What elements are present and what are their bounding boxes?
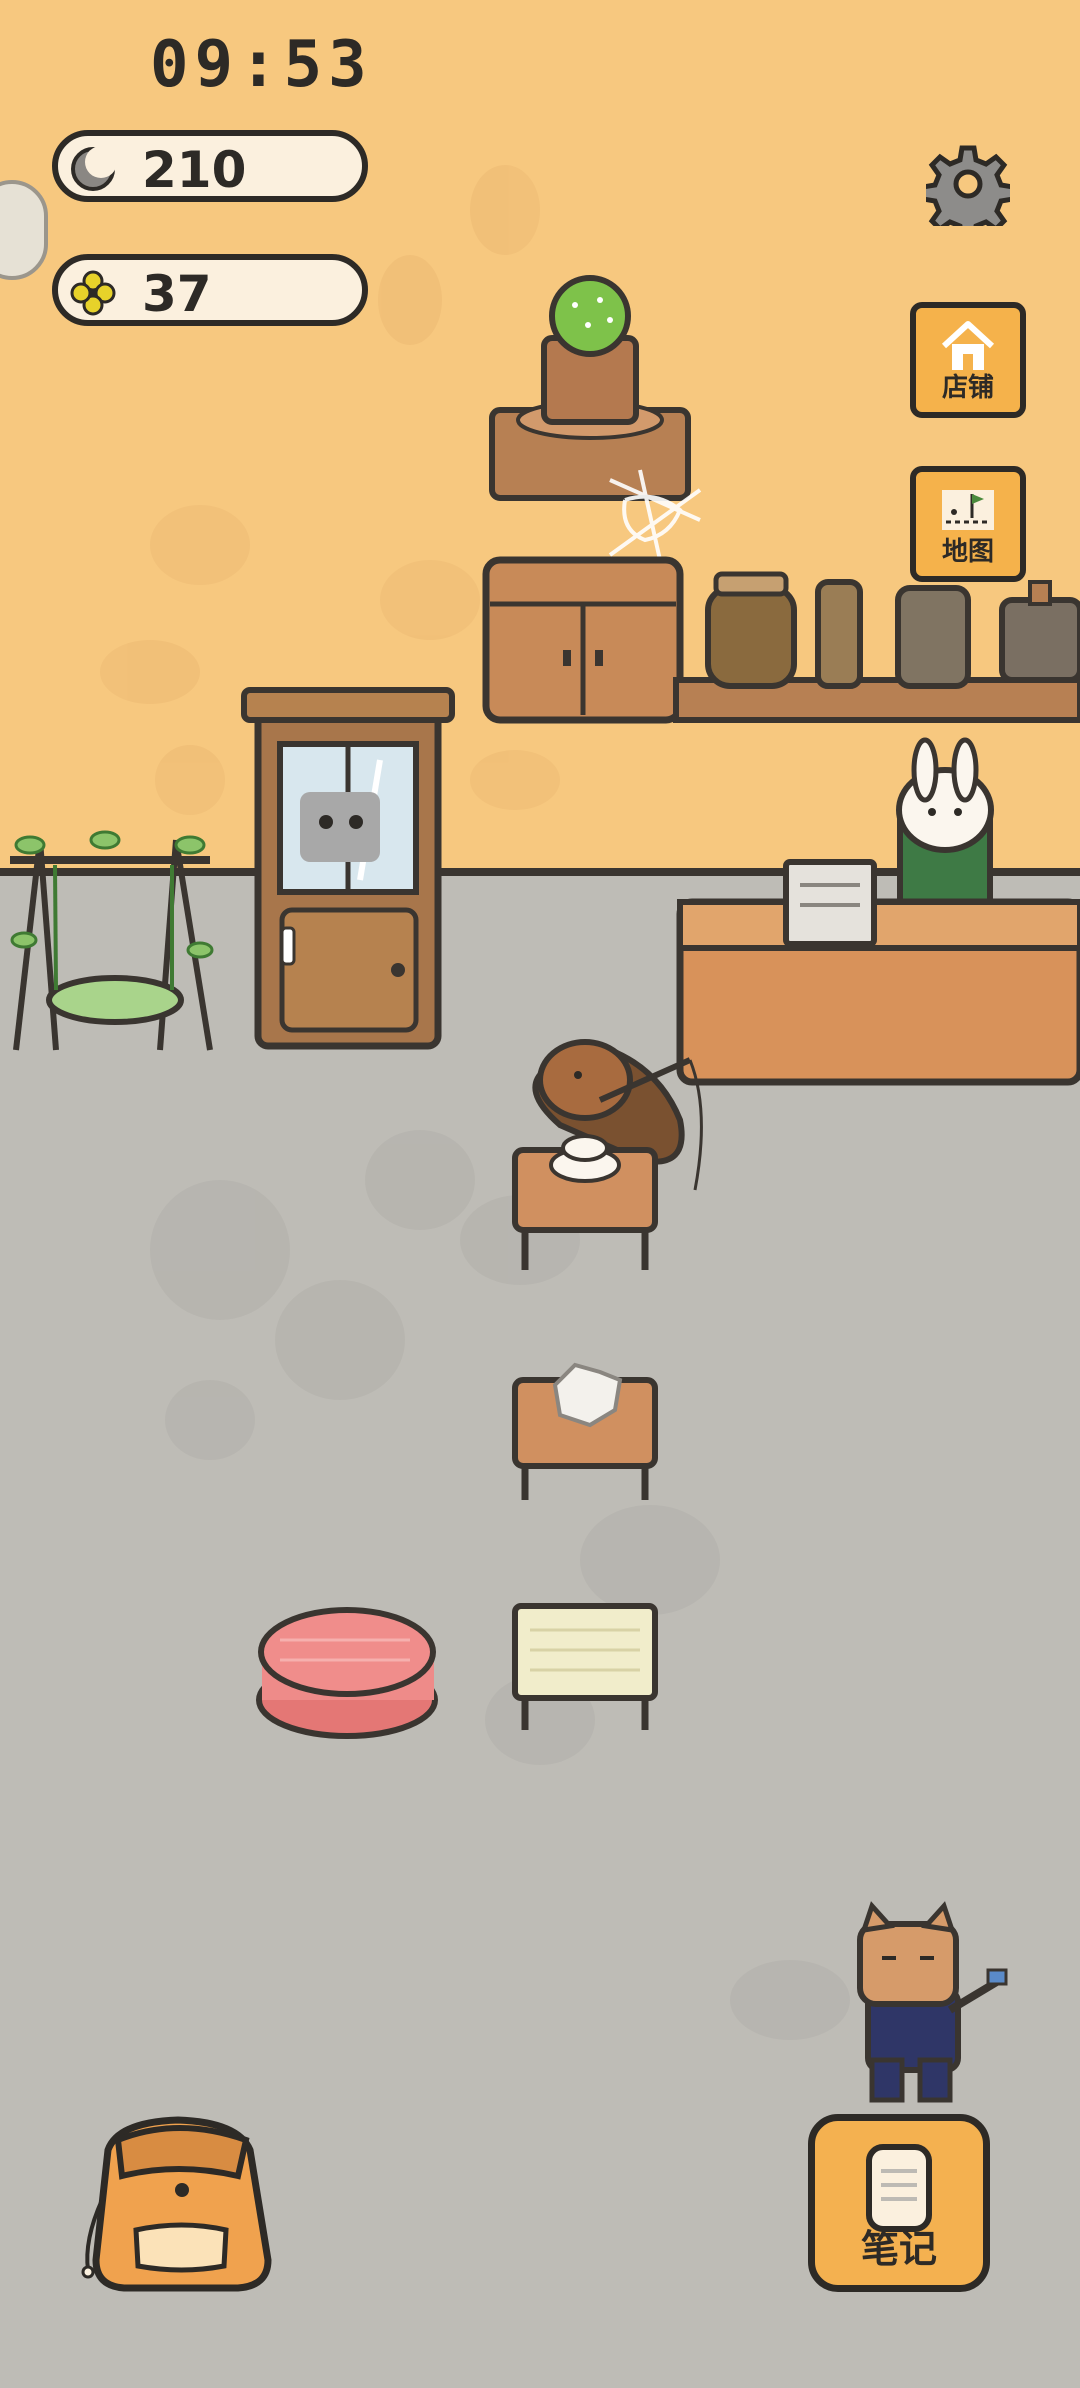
notes-button[interactable]: 笔记	[808, 2114, 990, 2292]
cactus-shelf	[489, 275, 691, 501]
clover-currency: 37	[52, 254, 368, 326]
clover-icon	[70, 270, 116, 316]
wall-cabinet	[482, 556, 684, 724]
counter	[676, 737, 1080, 1086]
glass-cupboard	[241, 687, 455, 1050]
gear-icon[interactable]	[926, 142, 1010, 226]
side-pull-tab[interactable]	[0, 180, 48, 280]
map-flag-icon	[942, 490, 994, 530]
game-clock: 09:53	[150, 28, 373, 102]
backpack-icon[interactable]	[78, 2110, 286, 2298]
map-label: 地图	[941, 537, 994, 567]
notes-label: 笔记	[860, 2227, 937, 2271]
house-icon	[941, 321, 995, 370]
vine-swing	[10, 830, 214, 1051]
moon-icon	[71, 146, 117, 191]
map-button[interactable]: 地图	[910, 466, 1026, 582]
clover-count: 37	[142, 265, 212, 323]
table-with-paper	[512, 1362, 658, 1500]
shop-button[interactable]: 店铺	[910, 302, 1026, 418]
shop-label: 店铺	[941, 373, 994, 403]
cat-character	[857, 1901, 1008, 2103]
moon-count: 210	[142, 141, 247, 199]
moon-currency: 210	[52, 130, 368, 202]
pink-cushion	[256, 1607, 438, 1739]
jar-shelf	[673, 571, 1080, 723]
